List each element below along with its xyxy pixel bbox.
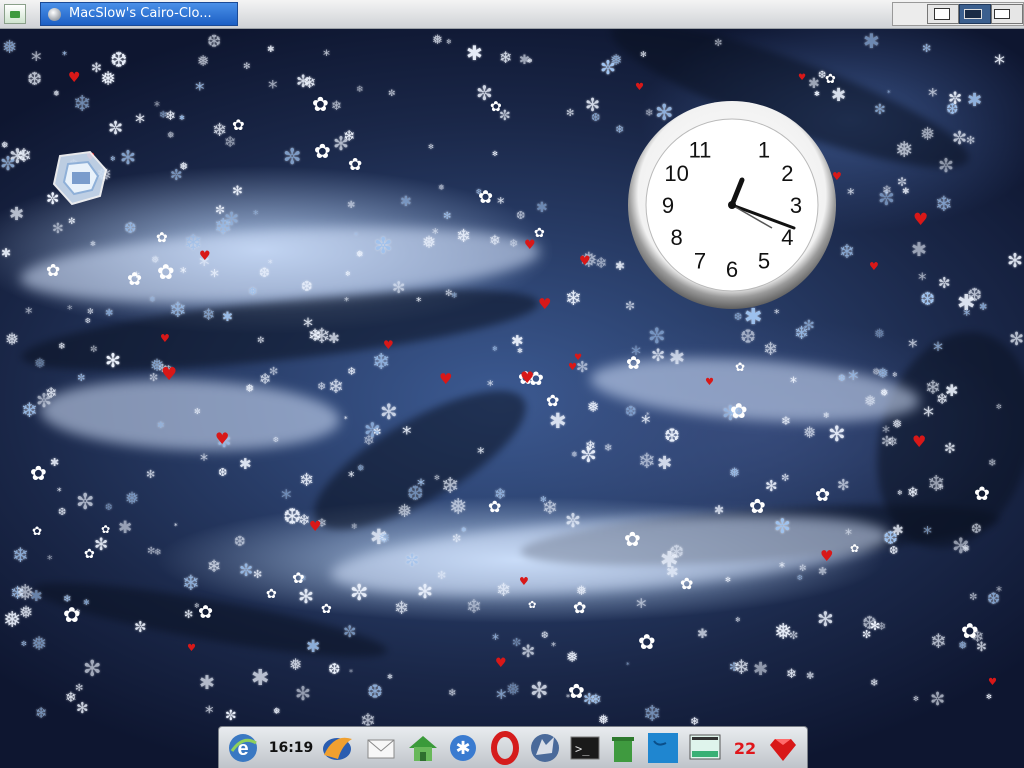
wolf-browser-icon[interactable]: [527, 730, 563, 766]
desktop-app-icon[interactable]: [46, 148, 116, 212]
trash-icon[interactable]: [605, 730, 641, 766]
top-panel: MacSlow's Cairo-Clo...: [0, 0, 1024, 29]
clock-app-icon: [48, 8, 61, 21]
home-folder-icon[interactable]: [405, 730, 441, 766]
dock-clock[interactable]: 16:19: [268, 730, 314, 766]
browser-e-icon[interactable]: e: [225, 730, 261, 766]
clock-numeral-3: 3: [790, 193, 802, 218]
calendar-date[interactable]: 22: [727, 730, 763, 766]
network-icon[interactable]: ✱: [445, 730, 481, 766]
clock-numeral-6: 6: [726, 257, 738, 282]
workspace-2[interactable]: [959, 4, 991, 24]
workspace-1[interactable]: [927, 4, 959, 24]
cairo-clock-widget[interactable]: 1 2 3 4 5 6 7 8 9 10 11: [624, 100, 840, 310]
desktop-wallpaper: ✻❄✼✻❄✼✻❄✼✻✱✻❅*❅❄✻✱✼❄✻❅✼❄*❄✻❄✻*✻*❄✼✱❅*❄❆✱…: [0, 0, 1024, 768]
ruby-icon[interactable]: [765, 730, 801, 766]
thunderbird-icon[interactable]: [319, 730, 355, 766]
monitor-icon[interactable]: [687, 730, 723, 766]
taskbar-window-title: MacSlow's Cairo-Clo...: [69, 6, 212, 21]
calendar-date-text: 22: [733, 738, 757, 758]
taskbar-window-button[interactable]: MacSlow's Cairo-Clo...: [40, 2, 238, 26]
svg-text:>_: >_: [575, 742, 590, 756]
clock-numeral-10: 10: [664, 161, 688, 186]
blue-folder-icon[interactable]: [645, 730, 681, 766]
workspace-3[interactable]: [991, 4, 1023, 24]
mail-icon[interactable]: [363, 730, 399, 766]
clock-numeral-8: 8: [670, 225, 682, 250]
window-icon[interactable]: [4, 4, 26, 24]
svg-text:✱: ✱: [455, 738, 470, 759]
clock-numeral-7: 7: [694, 248, 706, 273]
clock-numeral-4: 4: [781, 225, 793, 250]
terminal-icon[interactable]: >_: [567, 730, 603, 766]
bottom-dock: e 16:19 ✱ >_ 22: [218, 726, 808, 768]
clock-numeral-11: 11: [689, 138, 712, 163]
clock-numeral-5: 5: [758, 248, 770, 273]
clock-numeral-9: 9: [662, 193, 674, 218]
clock-numeral-2: 2: [781, 161, 793, 186]
workspace-pager[interactable]: [892, 2, 1024, 26]
clock-numeral-1: 1: [758, 138, 770, 163]
dock-clock-time: 16:19: [268, 740, 314, 756]
opera-icon[interactable]: [487, 730, 523, 766]
